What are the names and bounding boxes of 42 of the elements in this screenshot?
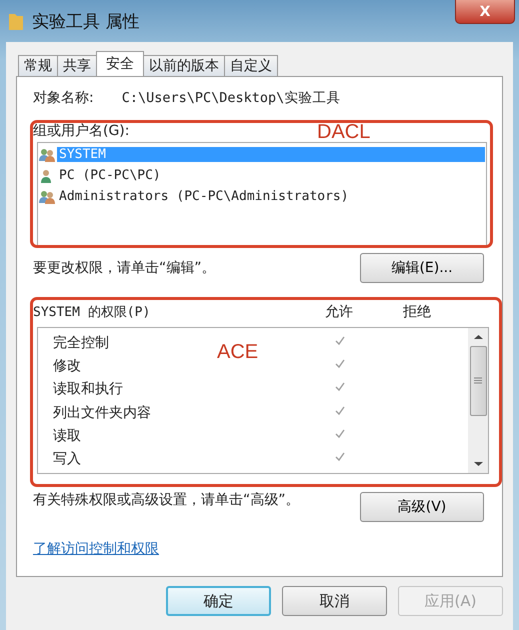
deny-header: 拒绝 bbox=[402, 303, 432, 321]
annotation-label: ACE bbox=[217, 341, 258, 364]
users-icon bbox=[39, 190, 55, 204]
tab[interactable]: 安全 bbox=[96, 51, 144, 76]
scroll-up-icon[interactable] bbox=[474, 334, 482, 340]
permission-name: 写入 bbox=[53, 450, 81, 468]
users-icon bbox=[39, 148, 55, 162]
tab[interactable]: 常规 bbox=[18, 55, 58, 76]
user-list-item[interactable]: Administrators (PC-PC\Administrators) bbox=[39, 186, 485, 207]
dialog-button[interactable]: 取消 bbox=[282, 586, 387, 616]
scrollbar[interactable] bbox=[468, 328, 488, 473]
check-icon bbox=[335, 406, 345, 416]
permissions-label: SYSTEM 的权限(P) bbox=[33, 304, 152, 321]
permission-name: 完全控制 bbox=[53, 334, 109, 352]
check-icon bbox=[335, 336, 345, 346]
object-name-label: 对象名称: bbox=[33, 89, 94, 107]
permission-name: 读取和执行 bbox=[53, 380, 123, 398]
check-icon bbox=[335, 428, 345, 439]
check-icon bbox=[335, 358, 345, 369]
advanced-button[interactable]: 高级(V) bbox=[360, 492, 484, 522]
permission-name: 修改 bbox=[53, 356, 81, 375]
edit-button[interactable]: 编辑(E)... bbox=[360, 253, 484, 283]
edit-hint: 要更改权限，请单击“编辑”。 bbox=[33, 259, 216, 277]
permission-name: 列出文件夹内容 bbox=[53, 404, 151, 422]
folder-icon bbox=[8, 11, 24, 31]
tab[interactable]: 共享 bbox=[57, 55, 97, 76]
user-list-item[interactable]: PC (PC-PC\PC) bbox=[39, 165, 485, 186]
dialog-button[interactable]: 确定 bbox=[166, 586, 271, 616]
allow-header: 允许 bbox=[324, 303, 354, 321]
check-icon bbox=[335, 382, 345, 392]
advanced-hint: 有关特殊权限或高级设置，请单击“高级”。 bbox=[33, 492, 301, 509]
scroll-thumb[interactable] bbox=[470, 346, 486, 416]
help-link[interactable]: 了解访问控制和权限 bbox=[33, 540, 159, 558]
scroll-down-icon[interactable] bbox=[474, 461, 482, 467]
object-path: C:\Users\PC\Desktop\实验工具 bbox=[122, 89, 340, 107]
groups-label: 组或用户名(G): bbox=[33, 122, 130, 141]
tab[interactable]: 以前的版本 bbox=[143, 55, 225, 76]
window-title: 实验工具 属性 bbox=[32, 10, 140, 32]
permission-name: 读取 bbox=[53, 426, 81, 445]
tab[interactable]: 自定义 bbox=[224, 55, 278, 76]
check-icon bbox=[335, 452, 345, 462]
annotation-label: DACL bbox=[317, 121, 370, 144]
